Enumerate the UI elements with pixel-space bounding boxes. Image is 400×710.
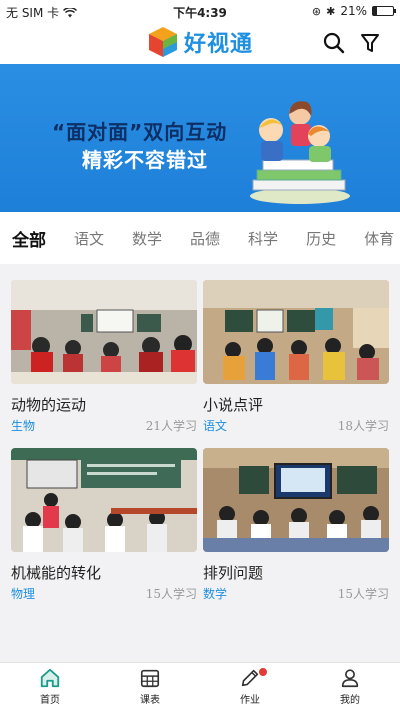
tabbar-schedule-label: 课表: [140, 695, 160, 706]
home-icon: [40, 668, 60, 688]
course-thumbnail: [11, 280, 197, 384]
tab-pe[interactable]: 体育: [364, 228, 394, 249]
app-logo: 好视通: [148, 26, 253, 58]
course-meta: 生物 21人学习: [11, 417, 197, 434]
filter-icon[interactable]: [358, 31, 382, 55]
course-title: 排列问题: [203, 564, 264, 582]
top-nav: 好视通: [0, 22, 400, 64]
course-title: 动物的运动: [11, 396, 87, 414]
tabbar-schedule[interactable]: 课表: [100, 663, 200, 710]
course-thumbnail: [203, 280, 389, 384]
tab-morality[interactable]: 品德: [190, 228, 220, 249]
logo-cube-icon: [149, 27, 177, 57]
course-learner-count: 18人学习: [337, 419, 389, 433]
status-bar: 无 SIM 卡 下午4:39 ⊛ ✱ 21%: [0, 0, 400, 22]
course-subject: 数学: [203, 587, 228, 601]
notification-badge: [258, 667, 268, 677]
status-right: ⊛ ✱ 21%: [311, 4, 396, 18]
user-icon: [341, 669, 359, 688]
logo-text: 好视通: [184, 32, 254, 57]
course-card[interactable]: 小说点评 语文 18人学习: [203, 280, 389, 434]
orientation-lock-icon: ⊛: [311, 4, 322, 18]
course-thumbnail: [11, 448, 197, 552]
course-meta: 数学 15人学习: [203, 585, 389, 602]
course-title: 小说点评: [203, 396, 264, 414]
bluetooth-icon: ✱: [326, 4, 336, 18]
course-title: 机械能的转化: [11, 564, 102, 582]
tab-history[interactable]: 历史: [306, 228, 336, 249]
tabbar-home-label: 首页: [40, 695, 60, 706]
kids-reading-illustration: [250, 101, 350, 204]
course-learner-count: 21人学习: [145, 419, 197, 433]
bottom-tab-bar: 首页 课表 作业 我的: [0, 662, 400, 710]
promo-banner[interactable]: “面对面”双向互动 精彩不容错过: [0, 64, 400, 212]
course-subject: 物理: [11, 587, 36, 601]
tabbar-homework[interactable]: 作业: [200, 663, 300, 710]
tabbar-profile[interactable]: 我的: [300, 663, 400, 710]
banner-headline: “面对面”双向互动: [52, 120, 228, 144]
category-tabs: 全部 语文 数学 品德 科学 历史 体育: [0, 212, 400, 264]
course-learner-count: 15人学习: [145, 587, 197, 601]
tabbar-profile-label: 我的: [340, 695, 360, 706]
course-card[interactable]: 动物的运动 生物 21人学习: [11, 280, 197, 434]
course-subject: 语文: [203, 419, 228, 433]
tabbar-homework-label: 作业: [240, 695, 260, 706]
tab-science[interactable]: 科学: [248, 228, 278, 249]
tab-chinese[interactable]: 语文: [74, 228, 104, 249]
course-learner-count: 15人学习: [337, 587, 389, 601]
course-thumbnail: [203, 448, 389, 552]
course-meta: 语文 18人学习: [203, 417, 389, 434]
course-card[interactable]: 机械能的转化 物理 15人学习: [11, 448, 197, 602]
calendar-icon: [140, 669, 160, 688]
course-meta: 物理 15人学习: [11, 585, 197, 602]
battery-fill: [373, 7, 378, 15]
battery-icon: [372, 6, 396, 16]
course-card[interactable]: 排列问题 数学 15人学习: [203, 448, 389, 602]
course-subject: 生物: [11, 419, 36, 433]
tab-all[interactable]: 全部: [12, 226, 46, 251]
battery-percent: 21%: [340, 4, 367, 18]
search-icon[interactable]: [322, 31, 346, 55]
tab-math[interactable]: 数学: [132, 228, 162, 249]
tabbar-home[interactable]: 首页: [0, 663, 100, 710]
banner-subline: 精彩不容错过: [82, 148, 208, 172]
